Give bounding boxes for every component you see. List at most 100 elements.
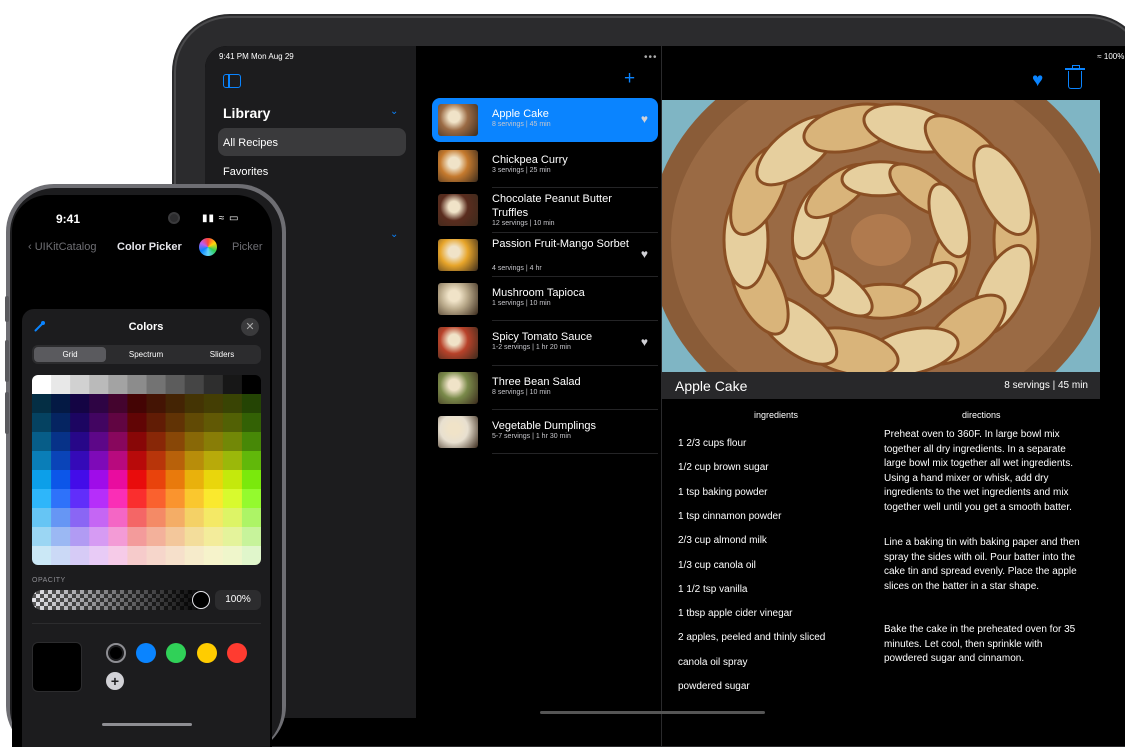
color-swatch[interactable] xyxy=(51,508,71,528)
color-swatch[interactable] xyxy=(222,394,243,414)
color-swatch[interactable] xyxy=(184,394,205,414)
color-swatch[interactable] xyxy=(108,527,128,547)
color-swatch[interactable] xyxy=(127,470,147,490)
color-swatch[interactable] xyxy=(51,394,71,414)
recipe-row[interactable]: Chocolate Peanut Butter Truffles 12 servi… xyxy=(432,188,658,233)
color-swatch[interactable] xyxy=(70,451,90,471)
color-swatch[interactable] xyxy=(127,432,147,452)
segment-sliders[interactable]: Sliders xyxy=(186,347,258,362)
color-swatch[interactable] xyxy=(146,508,167,528)
color-swatch[interactable] xyxy=(184,470,205,490)
picker-button[interactable]: Picker xyxy=(232,241,263,253)
color-swatch[interactable] xyxy=(89,451,109,471)
color-swatch[interactable] xyxy=(108,451,128,471)
color-swatch[interactable] xyxy=(89,527,109,547)
recipe-row[interactable]: Vegetable Dumplings 5-7 servings | 1 hr 3… xyxy=(432,410,658,454)
add-color-button[interactable]: + xyxy=(106,672,124,690)
color-swatch[interactable] xyxy=(89,394,109,414)
color-swatch[interactable] xyxy=(51,432,71,452)
color-swatch[interactable] xyxy=(146,470,167,490)
color-swatch[interactable] xyxy=(32,546,52,565)
color-swatch[interactable] xyxy=(184,451,205,471)
saved-color-blue[interactable] xyxy=(136,643,156,663)
color-swatch[interactable] xyxy=(241,432,261,452)
color-swatch[interactable] xyxy=(203,527,224,547)
recipe-row[interactable]: Chickpea Curry 3 servings | 25 min xyxy=(432,144,658,188)
color-swatch[interactable] xyxy=(165,413,186,433)
color-swatch[interactable] xyxy=(241,413,261,433)
color-swatch[interactable] xyxy=(89,546,109,565)
color-swatch[interactable] xyxy=(241,375,261,395)
color-swatch[interactable] xyxy=(241,394,261,414)
color-swatch[interactable] xyxy=(127,413,147,433)
segment-spectrum[interactable]: Spectrum xyxy=(110,347,182,362)
color-swatch[interactable] xyxy=(70,470,90,490)
color-swatch[interactable] xyxy=(203,451,224,471)
color-swatch[interactable] xyxy=(32,375,52,395)
color-swatch[interactable] xyxy=(165,470,186,490)
color-swatch[interactable] xyxy=(89,432,109,452)
color-swatch[interactable] xyxy=(70,546,90,565)
color-swatch[interactable] xyxy=(108,508,128,528)
color-swatch[interactable] xyxy=(108,394,128,414)
color-swatch[interactable] xyxy=(51,451,71,471)
color-swatch[interactable] xyxy=(222,432,243,452)
color-swatch[interactable] xyxy=(32,432,52,452)
color-swatch[interactable] xyxy=(203,508,224,528)
color-swatch[interactable] xyxy=(165,508,186,528)
sidebar-item-all-recipes[interactable]: All Recipes xyxy=(218,128,406,156)
trash-icon[interactable] xyxy=(1065,65,1085,89)
chevron-down-icon[interactable]: ⌄ xyxy=(390,229,398,240)
color-swatch[interactable] xyxy=(70,489,90,509)
color-swatch[interactable] xyxy=(127,527,147,547)
chevron-down-icon[interactable]: ⌄ xyxy=(390,106,398,117)
color-swatch[interactable] xyxy=(108,413,128,433)
color-swatch[interactable] xyxy=(108,489,128,509)
saved-color-black[interactable] xyxy=(106,643,126,663)
color-swatch[interactable] xyxy=(127,489,147,509)
color-grid-swatches[interactable] xyxy=(32,375,261,565)
color-swatch[interactable] xyxy=(32,413,52,433)
color-swatch[interactable] xyxy=(51,489,71,509)
color-swatch[interactable] xyxy=(241,470,261,490)
color-swatch[interactable] xyxy=(32,470,52,490)
color-swatch[interactable] xyxy=(146,394,167,414)
color-swatch[interactable] xyxy=(165,451,186,471)
color-swatch[interactable] xyxy=(89,508,109,528)
color-swatch[interactable] xyxy=(32,527,52,547)
color-swatch[interactable] xyxy=(146,546,167,565)
color-swatch[interactable] xyxy=(203,546,224,565)
color-swatch[interactable] xyxy=(203,413,224,433)
color-swatch[interactable] xyxy=(222,413,243,433)
color-swatch[interactable] xyxy=(165,546,186,565)
color-wheel-icon[interactable] xyxy=(199,238,217,256)
color-swatch[interactable] xyxy=(165,432,186,452)
color-swatch[interactable] xyxy=(70,413,90,433)
color-swatch[interactable] xyxy=(89,375,109,395)
color-swatch[interactable] xyxy=(146,413,167,433)
saved-color-yellow[interactable] xyxy=(197,643,217,663)
color-swatch[interactable] xyxy=(127,546,147,565)
color-swatch[interactable] xyxy=(127,375,147,395)
color-swatch[interactable] xyxy=(222,527,243,547)
color-swatch[interactable] xyxy=(241,527,261,547)
color-swatch[interactable] xyxy=(203,489,224,509)
saved-color-green[interactable] xyxy=(166,643,186,663)
color-swatch[interactable] xyxy=(184,432,205,452)
favorite-heart-icon[interactable]: ♥ xyxy=(1032,70,1043,92)
color-swatch[interactable] xyxy=(108,546,128,565)
segment-grid[interactable]: Grid xyxy=(34,347,106,362)
color-swatch[interactable] xyxy=(203,470,224,490)
favorite-heart-icon[interactable]: ♥ xyxy=(641,247,648,261)
recipe-row[interactable]: Mushroom Tapioca 1 servings | 10 min xyxy=(432,277,658,321)
opacity-value-field[interactable]: 100% xyxy=(215,590,261,610)
favorite-heart-icon[interactable]: ♥ xyxy=(641,112,648,126)
color-swatch[interactable] xyxy=(89,470,109,490)
color-swatch[interactable] xyxy=(146,432,167,452)
color-swatch[interactable] xyxy=(203,375,224,395)
color-swatch[interactable] xyxy=(241,489,261,509)
color-swatch[interactable] xyxy=(51,375,71,395)
color-swatch[interactable] xyxy=(70,508,90,528)
recipe-row[interactable]: Spicy Tomato Sauce 1-2 servings | 1 hr 20… xyxy=(432,321,658,366)
color-swatch[interactable] xyxy=(108,375,128,395)
